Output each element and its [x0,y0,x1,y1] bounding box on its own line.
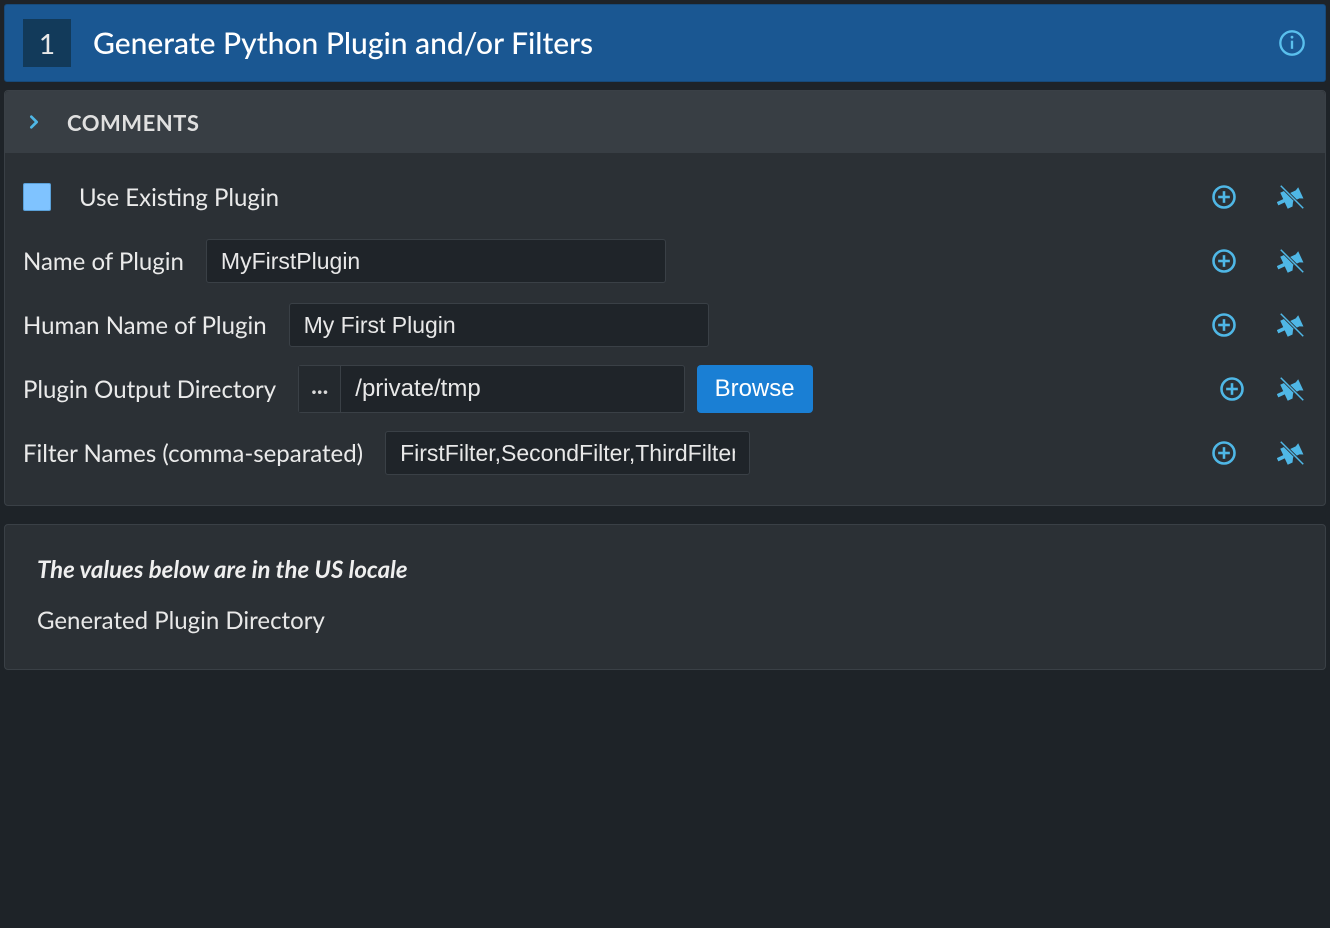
step-header: 1 Generate Python Plugin and/or Filters [4,4,1326,82]
unpin-icon[interactable] [1277,438,1307,468]
output-dir-path-field: ... [298,365,684,413]
header-title: Generate Python Plugin and/or Filters [93,25,1255,61]
unpin-icon[interactable] [1277,246,1307,276]
step-number: 1 [39,26,55,60]
locale-note: The values below are in the US locale [37,555,1293,584]
unpin-icon[interactable] [1277,310,1307,340]
form-panel: COMMENTS Use Existing Plugin [4,90,1326,506]
human-name-input[interactable] [289,303,709,347]
path-ellipsis-button[interactable]: ... [299,366,341,412]
unpin-icon[interactable] [1277,182,1307,212]
filter-names-input[interactable] [385,431,750,475]
add-icon[interactable] [1209,310,1239,340]
output-dir-label: Plugin Output Directory [23,375,276,404]
comments-section-header[interactable]: COMMENTS [5,91,1325,153]
output-panel: The values below are in the US locale Ge… [4,524,1326,670]
row-human-name: Human Name of Plugin [23,293,1307,357]
filter-names-label: Filter Names (comma-separated) [23,439,363,468]
add-icon[interactable] [1209,438,1239,468]
comments-label: COMMENTS [67,109,199,136]
chevron-right-icon[interactable] [23,111,45,133]
add-icon[interactable] [1209,246,1239,276]
row-use-existing: Use Existing Plugin [23,165,1307,229]
use-existing-label: Use Existing Plugin [79,183,279,212]
use-existing-checkbox[interactable] [23,183,51,211]
name-of-plugin-input[interactable] [206,239,666,283]
row-name-of-plugin: Name of Plugin [23,229,1307,293]
browse-button[interactable]: Browse [697,365,813,413]
add-icon[interactable] [1217,374,1247,404]
info-icon[interactable] [1277,28,1307,58]
add-icon[interactable] [1209,182,1239,212]
row-output-dir: Plugin Output Directory ... Browse [23,357,1307,421]
human-name-label: Human Name of Plugin [23,311,267,340]
unpin-icon[interactable] [1277,374,1307,404]
generated-dir-label: Generated Plugin Directory [37,606,1293,635]
row-filter-names: Filter Names (comma-separated) [23,421,1307,485]
name-of-plugin-label: Name of Plugin [23,247,184,276]
output-dir-input[interactable] [341,366,683,412]
step-number-badge: 1 [23,19,71,67]
